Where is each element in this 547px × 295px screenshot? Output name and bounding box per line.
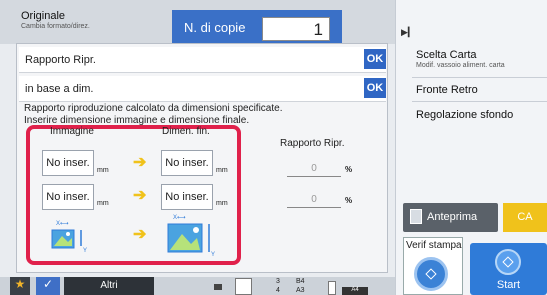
arrow-right-icon: ➔ — [133, 226, 147, 243]
dialog-title: Rapporto Ripr. — [25, 54, 96, 66]
tray-size: B4 — [296, 278, 305, 285]
svg-text:X⟷: X⟷ — [173, 215, 186, 221]
copies-label: N. di copie — [184, 20, 246, 35]
check-icon[interactable]: ✓ — [36, 277, 60, 295]
play-arrow-icon: ▶▎ — [401, 27, 415, 37]
copies-input[interactable]: 1 — [262, 17, 330, 41]
dialog-title-row: Rapporto Ripr. — [19, 47, 386, 73]
unit-label: mm — [97, 200, 109, 207]
arrow-right-icon: ➔ — [133, 154, 147, 171]
altri-button[interactable]: Altri — [64, 277, 154, 295]
rp-item-subtitle: Cambia formato/direz. — [21, 23, 90, 30]
paper-preview-icon — [235, 278, 252, 295]
rp-item-fronte-retro[interactable]: Fronte Retro — [412, 78, 547, 102]
dialog-subtitle: in base a dim. — [25, 83, 94, 95]
unit-label: mm — [216, 200, 228, 207]
preview-label: Anteprima — [427, 211, 478, 223]
rp-item-title: Scelta Carta — [416, 49, 477, 61]
tray-size: A3 — [296, 287, 305, 294]
svg-text:X⟷: X⟷ — [56, 221, 69, 227]
ok-button-sub[interactable]: OK — [364, 78, 386, 98]
percent-label: % — [345, 165, 353, 174]
ratio-value-1: 0 — [287, 163, 341, 177]
unit-label: mm — [97, 167, 109, 174]
ratio-label: Rapporto Ripr. — [280, 138, 345, 149]
ca-button[interactable]: CA — [503, 203, 547, 232]
rp-item-title: Originale — [21, 10, 66, 22]
rp-item-originale[interactable]: Originale Cambia formato/direz. — [17, 10, 152, 46]
rp-item-scelta-carta[interactable]: Scelta Carta Modif. vassoio aliment. car… — [412, 46, 547, 78]
ratio-value-2: 0 — [287, 194, 341, 208]
svg-text:Y: Y — [83, 248, 87, 254]
start-icon — [495, 249, 521, 275]
verif-label: Verif stampa — [406, 240, 462, 251]
svg-text:Y: Y — [211, 252, 215, 258]
tray-number: 3 — [276, 278, 280, 285]
tray-indicator — [328, 281, 336, 295]
rp-item-subtitle: Modif. vassoio aliment. carta — [416, 62, 505, 69]
image-size-small-icon: X⟷ Y — [51, 221, 87, 254]
rp-item-regolazione-sfondo[interactable]: Regolazione sfondo — [412, 102, 547, 186]
rp-item-title: Fronte Retro — [416, 84, 478, 96]
unit-label: mm — [216, 167, 228, 174]
dialog-subtitle-row: in base a dim. — [19, 76, 386, 102]
col-header-image: Immagine — [50, 126, 94, 137]
ok-button-main[interactable]: OK — [364, 49, 386, 69]
image-size-input-2[interactable]: No inser. — [42, 184, 94, 210]
current-paper-label: A4 — [342, 287, 368, 295]
arrow-right-icon: ➔ — [133, 187, 147, 204]
star-icon[interactable]: ★ — [10, 277, 30, 295]
final-size-input-1[interactable]: No inser. — [161, 150, 213, 176]
image-size-input-1[interactable]: No inser. — [42, 150, 94, 176]
col-header-final: Dimen. fin. — [162, 126, 210, 137]
final-size-input-2[interactable]: No inser. — [161, 184, 213, 210]
preview-icon — [410, 209, 422, 224]
verif-start-icon — [414, 257, 448, 291]
description-line1: Rapporto riproduzione calcolato da dimen… — [24, 103, 283, 114]
percent-label: % — [345, 196, 353, 205]
image-size-large-icon: X⟷ Y — [167, 215, 215, 258]
tray-icon — [214, 284, 222, 290]
rp-item-title: Regolazione sfondo — [416, 109, 514, 121]
tray-number: 4 — [276, 287, 280, 294]
start-label: Start — [496, 279, 521, 291]
